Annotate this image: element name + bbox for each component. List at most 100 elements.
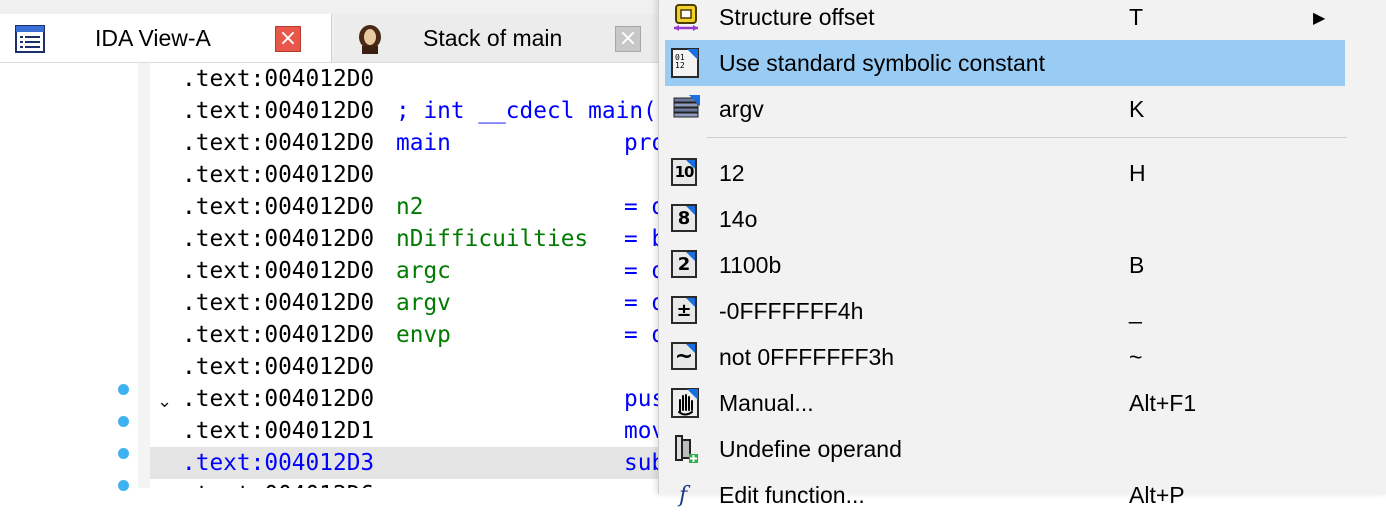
code-line[interactable]: .text:004012D0 ; int __cdecl main( (150, 95, 660, 127)
code-address: .text:004012D0 (182, 354, 375, 380)
code-label: n2 (396, 194, 424, 220)
menu-item-shortcut: _ (1129, 297, 1142, 324)
bookmark-dot-icon[interactable] (118, 384, 129, 395)
menu-item-label: Use standard symbolic constant (719, 49, 1045, 76)
code-address: .text:004012D0 (182, 162, 375, 188)
menu-item-label: 1100b (719, 251, 782, 278)
menu-item-shortcut: Alt+P (1129, 481, 1185, 508)
menu-item-label: Edit function... (719, 481, 865, 508)
code-operand: = d (624, 194, 660, 220)
menu-item-structure-offset[interactable]: Structure offset T ▶ (665, 0, 1345, 40)
menu-item-label: Manual... (719, 389, 814, 416)
code-address: .text:004012D0 (182, 66, 375, 92)
code-line[interactable]: .text:004012D0 main pro (150, 127, 660, 159)
code-operand: pro (624, 130, 660, 156)
code-line[interactable]: .text:004012D0 n2 = d (150, 191, 660, 223)
code-operand: = b (624, 226, 660, 252)
bookmark-dot-icon[interactable] (118, 448, 129, 459)
menu-item-bitwise-not[interactable]: ~ not 0FFFFFFF3h ~ (665, 334, 1345, 380)
code-line[interactable]: .text:004012D1 mov (150, 415, 660, 447)
menu-item-shortcut: ~ (1129, 343, 1143, 370)
code-line[interactable]: .text:004012D0 (150, 351, 660, 383)
decimal-icon: 10 (671, 158, 697, 186)
menu-item-label: 14o (719, 205, 758, 232)
menu-item-label: not 0FFFFFFF3h (719, 343, 895, 370)
code-address: .text:004012D0 (182, 98, 375, 124)
code-address: .text:004012D6 (182, 479, 374, 488)
code-line[interactable]: .text:004012D0 envp = d (150, 319, 660, 351)
menu-item-label: Undefine operand (719, 435, 902, 462)
menu-separator (707, 137, 1347, 138)
undefine-operand-icon (675, 435, 698, 463)
tab-stack-of-main[interactable]: Stack of main × (334, 14, 660, 62)
code-line[interactable]: .text:004012D3 sub (150, 447, 660, 479)
stack-portrait-icon (359, 25, 381, 54)
submenu-arrow-icon: ▶ (1313, 7, 1326, 27)
code-label: nDifficuilties (396, 226, 589, 252)
listing-view-icon (15, 25, 45, 53)
code-label: main (396, 130, 451, 156)
context-menu: Structure offset T ▶ 01 12 Use standard … (658, 0, 1386, 508)
tab-title: IDA View-A (95, 25, 211, 51)
menu-item-decimal[interactable]: 10 12 H (665, 150, 1345, 196)
menu-item-shortcut: K (1129, 95, 1145, 122)
close-icon[interactable]: × (615, 26, 641, 52)
code-address: .text:004012D0 (182, 226, 375, 252)
code-line[interactable]: .text:004012D0 (150, 159, 660, 191)
menu-item-label: -0FFFFFFF4h (719, 297, 864, 324)
code-operand: mov (624, 418, 660, 444)
menu-item-edit-function[interactable]: f Edit function... Alt+P (665, 472, 1345, 518)
stack-variable-icon (673, 95, 700, 118)
code-operand: pus (624, 386, 660, 412)
code-address: .text:004012D0 (182, 386, 375, 412)
code-address: .text:004012D0 (182, 130, 375, 156)
code-operand: = d (624, 258, 660, 284)
tab-ida-view-a[interactable]: IDA View-A × (0, 14, 332, 62)
code-address: .text:004012D3 (182, 450, 375, 476)
code-address: .text:004012D1 (182, 418, 375, 444)
bookmark-dot-icon[interactable] (118, 480, 129, 491)
hand-icon (671, 388, 699, 418)
code-line[interactable]: .text:004012D0 (150, 63, 660, 95)
menu-item-shortcut: B (1129, 251, 1145, 278)
code-line[interactable]: .text:004012D0 argv = d (150, 287, 660, 319)
symbolic-constant-icon: 01 12 (671, 48, 699, 78)
code-label: ; int __cdecl main( (396, 98, 657, 124)
code-operand: sub (624, 450, 660, 476)
code-line[interactable]: .text:004012D6 (150, 479, 660, 488)
octal-icon: 8 (671, 204, 697, 232)
code-address: .text:004012D0 (182, 322, 375, 348)
menu-item-use-standard-symbolic-constant[interactable]: 01 12 Use standard symbolic constant (665, 40, 1345, 86)
menu-item-argv[interactable]: argv K (665, 86, 1345, 132)
menu-item-label: Structure offset (719, 3, 875, 30)
menu-item-negate[interactable]: ± -0FFFFFFF4h _ (665, 288, 1345, 334)
code-line[interactable]: .text:004012D0 pus (150, 383, 660, 415)
gutter-strip (138, 63, 150, 488)
negate-icon: ± (671, 296, 697, 324)
menu-item-label: 12 (719, 159, 745, 186)
menu-item-manual[interactable]: Manual... Alt+F1 (665, 380, 1345, 426)
svg-text:12: 12 (675, 61, 685, 70)
code-line[interactable]: .text:004012D0 argc = d (150, 255, 660, 287)
menu-item-undefine-operand[interactable]: Undefine operand (665, 426, 1345, 472)
edit-function-icon: f (677, 483, 691, 508)
menu-item-octal[interactable]: 8 14o (665, 196, 1345, 242)
bookmark-dot-icon[interactable] (118, 416, 129, 427)
binary-icon: 2 (671, 250, 697, 278)
menu-item-shortcut: H (1129, 159, 1146, 186)
menu-item-label: argv (719, 95, 764, 122)
svg-text:f: f (677, 483, 691, 508)
code-operand: = d (624, 290, 660, 316)
bitwise-not-icon: ~ (671, 342, 697, 370)
tab-title: Stack of main (423, 25, 563, 51)
menu-item-binary[interactable]: 2 1100b B (665, 242, 1345, 288)
code-operand: = d (624, 322, 660, 348)
close-icon[interactable]: × (275, 26, 301, 52)
code-address: .text:004012D0 (182, 290, 375, 316)
tab-bar: IDA View-A × Stack of main × (0, 0, 660, 63)
menu-item-shortcut: T (1129, 3, 1144, 30)
disassembly-listing[interactable]: .text:004012D0 .text:004012D0 ; int __cdec… (150, 63, 660, 488)
code-address: .text:004012D0 (182, 258, 375, 284)
code-line[interactable]: .text:004012D0 nDifficuilties = b (150, 223, 660, 255)
code-label: argc (396, 258, 451, 284)
